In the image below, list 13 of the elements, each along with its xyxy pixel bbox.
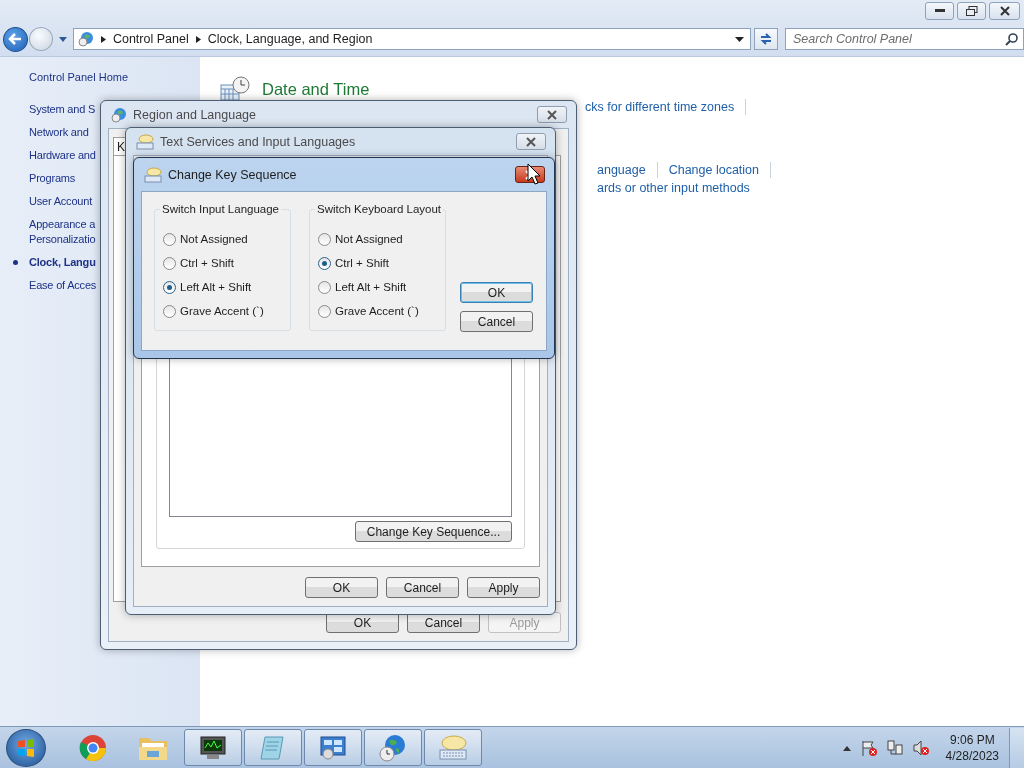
option-label: Ctrl + Shift	[335, 257, 389, 269]
option-label: Left Alt + Shift	[335, 281, 407, 293]
option-label: Not Assigned	[180, 233, 248, 245]
dialog-title: Text Services and Input Languages	[160, 134, 356, 149]
group-title: Switch Input Language	[160, 203, 281, 215]
option-label: Not Assigned	[335, 233, 403, 245]
option-label: Grave Accent (`)	[180, 305, 264, 317]
option-label: Grave Accent (`)	[335, 305, 419, 317]
option-label: Left Alt + Shift	[180, 281, 252, 293]
option-label: Ctrl + Shift	[180, 257, 234, 269]
dialog-title: Change Key Sequence	[168, 167, 297, 182]
dialog-title: Region and Language	[133, 107, 257, 122]
group-title: Switch Keyboard Layout	[315, 203, 444, 215]
